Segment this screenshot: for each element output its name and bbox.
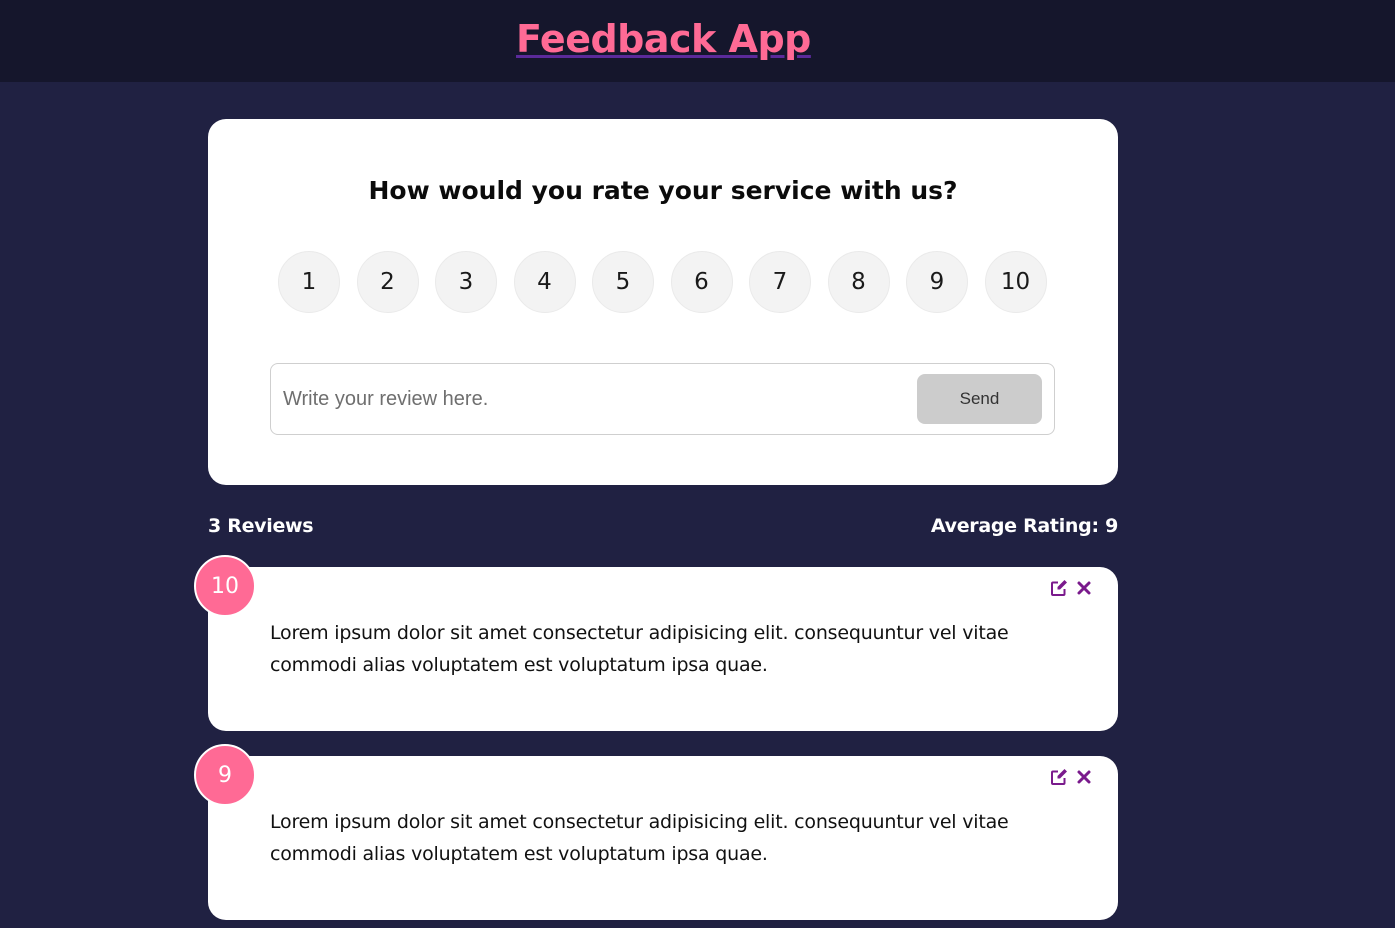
review-rating-badge: 10 — [194, 555, 256, 617]
rating-option-7[interactable]: 7 — [749, 251, 811, 313]
review-rating-badge: 9 — [194, 744, 256, 806]
review-input[interactable] — [283, 378, 903, 420]
send-button[interactable]: Send — [917, 374, 1042, 424]
rating-option-6[interactable]: 6 — [670, 251, 733, 313]
review-card: 10 Lorem ipsum dolor sit amet consectetu… — [194, 555, 1118, 731]
edit-icon — [1051, 580, 1067, 596]
review-card: 9 Lorem ipsum dolor sit amet consectetur… — [194, 744, 1118, 920]
review-text: Lorem ipsum dolor sit amet consectetur a… — [270, 622, 1009, 676]
rating-selector: 1 2 3 4 5 6 7 8 9 10 — [278, 251, 1048, 313]
close-icon — [1077, 770, 1091, 784]
rating-option-1[interactable]: 1 — [278, 251, 340, 313]
rating-option-9[interactable]: 9 — [906, 251, 968, 313]
edit-button[interactable] — [1049, 579, 1069, 599]
review-count: 3 Reviews — [208, 515, 314, 537]
rating-option-5[interactable]: 5 — [592, 251, 654, 313]
delete-button[interactable] — [1074, 579, 1094, 599]
form-heading: How would you rate your service with us? — [368, 176, 958, 205]
review-text: Lorem ipsum dolor sit amet consectetur a… — [270, 811, 1009, 865]
app-header: Feedback App — [0, 0, 1395, 82]
app-title[interactable]: Feedback App — [516, 13, 811, 65]
review-stats: 3 Reviews Average Rating: 9 — [208, 512, 1118, 542]
close-icon — [1077, 581, 1091, 595]
edit-button[interactable] — [1049, 768, 1069, 788]
average-rating: Average Rating: 9 — [930, 515, 1118, 537]
rating-option-8[interactable]: 8 — [827, 251, 890, 313]
feedback-form-card: How would you rate your service with us?… — [208, 119, 1118, 485]
edit-icon — [1051, 769, 1067, 785]
rating-option-10[interactable]: 10 — [984, 251, 1047, 313]
review-input-group: Send — [270, 363, 1055, 435]
delete-button[interactable] — [1074, 768, 1094, 788]
rating-option-3[interactable]: 3 — [435, 251, 497, 313]
rating-option-2[interactable]: 2 — [356, 251, 419, 313]
rating-option-4[interactable]: 4 — [513, 251, 576, 313]
